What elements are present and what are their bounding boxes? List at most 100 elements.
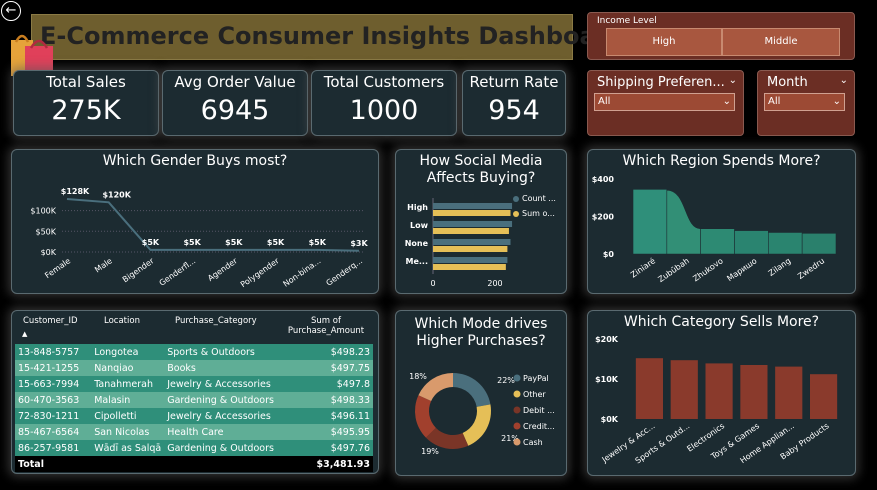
table-cell: Gardening & Outdoors [167,442,274,454]
region-area-chart: $400 $200 $0 Ziniaré Zubūbah Zhukovo Mapишo Zil… [592,175,837,284]
column-customer-id[interactable]: Customer_ID [23,316,78,326]
table-row[interactable]: 15-421-1255 Nanqiao Books $497.75 [15,360,373,376]
y-tick-label: High [407,203,428,212]
income-level-title: Income Level [597,16,657,26]
table-cell: Health Care [167,426,224,438]
y-tick-label: $50K [35,227,56,236]
income-option-middle[interactable]: Middle [722,28,840,56]
social-legend-sum: Sum o... [513,209,555,218]
table-row[interactable]: 85-467-6564 San Nicolas Health Care $495.95 [15,424,373,440]
table-row[interactable]: 72-830-1211 Cipolletti Jewelry & Accessori… [15,408,373,424]
data-label: $5K [142,238,160,247]
percent-label: 19% [421,447,439,456]
x-tick-label: Genderfl... [158,256,198,288]
kpi-label: Total Sales [46,73,126,91]
region-area-segment [768,232,803,255]
shipping-dropdown-value: All [598,96,611,107]
bar-sum [433,228,509,234]
legend-label: Other [523,390,546,399]
x-tick-label: Agender [206,256,239,283]
x-tick-label: Female [43,256,72,280]
sort-ascending-icon[interactable]: ▲ [22,330,27,338]
y-tick-label: Me... [405,257,428,266]
total-value: $3,481.93 [316,458,371,470]
table-cell: Wādī as Salqā [94,442,162,454]
data-label: $128K [61,187,90,196]
percent-label: 22% [497,376,515,385]
kpi-value: 954 [488,95,540,126]
customer-table: 13-848-5757 Longotea Sports & Outdoors $498… [15,344,373,472]
region-area-segment [700,228,735,255]
table-row[interactable]: 86-257-9581 Wādī as Salqā Gardening & Outd… [15,440,373,456]
month-slicer-title: Month [767,75,808,90]
category-bar [775,366,803,419]
x-tick-label: Non-bina... [281,256,322,288]
bar-count [433,203,513,209]
table-cell: Jewelry & Accessories [167,378,271,390]
table-cell: $497.8 [336,378,370,390]
x-tick-label: Polygender [239,256,281,289]
legend-dot [513,438,521,446]
y-tick-label: $0K [601,415,619,424]
kpi-label: Total Customers [323,73,445,91]
table-row[interactable]: 60-470-3563 Malasin Gardening & Outdoors $4… [15,392,373,408]
gender-line-chart: $100K $50K $0K $128K Female $120K Male $5K Bigen… [30,187,368,289]
data-label: $5K [225,238,243,247]
legend-dot [513,406,521,414]
x-tick-label: 200 [487,279,502,288]
x-tick-label: Genderq... [325,256,365,287]
bar-sum [433,264,506,270]
y-tick-label: Low [410,221,429,230]
table-cell: $498.33 [330,394,370,406]
shipping-dropdown[interactable]: All ⌄ [594,93,735,111]
shipping-preference-slicer: Shipping Preferen... ⌄ All ⌄ [587,70,744,136]
legend-dot [513,374,521,382]
category-bar [809,374,838,419]
total-label: Total [18,458,44,470]
table-cell: $495.95 [330,426,370,438]
table-cell: 15-421-1255 [18,362,80,374]
column-location[interactable]: Location [104,316,140,326]
table-cell: 15-663-7994 [18,378,80,390]
legend-dot [513,422,521,430]
table-row[interactable]: 15-663-7994 Tanahmerah Jewelry & Accessori… [15,376,373,392]
category-bar [705,363,733,419]
category-bar [670,360,698,419]
social-media-chart-card: How Social Media Affects Buying? High Low… [395,149,567,294]
x-tick-label: Ziniaré [628,255,657,279]
chevron-down-icon: ⌄ [832,96,841,107]
table-cell: San Nicolas [94,426,150,438]
table-row[interactable]: 13-848-5757 Longotea Sports & Outdoors $498… [15,344,373,360]
column-sum-purchase-amount[interactable]: Sum of Purchase_Amount [284,316,368,336]
x-tick-label: Zubūbah [656,256,690,284]
chevron-down-icon: ⌄ [722,96,731,107]
data-label: $5K [183,238,201,247]
table-cell: 72-830-1211 [18,410,80,422]
kpi-label: Return Rate [469,73,559,91]
kpi-total-sales: Total Sales 275K [13,70,159,136]
back-arrow-icon[interactable]: ← [1,1,21,21]
income-option-high[interactable]: High [606,28,722,56]
x-tick-label: Zilang [767,256,793,278]
table-cell: Sports & Outdoors [167,346,255,358]
category-bar [635,358,664,419]
kpi-avg-order-value: Avg Order Value 6945 [162,70,308,136]
table-cell: Malasin [94,394,131,406]
legend-label: Credit... [523,422,555,431]
shipping-slicer-chevron-icon[interactable]: ⌄ [729,75,737,86]
region-area-segment [632,189,668,255]
y-tick-label: None [405,239,429,248]
table-cell: 60-470-3563 [18,394,80,406]
y-tick-label: $200 [592,213,615,222]
x-tick-label: Bigender [121,256,156,284]
x-tick-label: Male [93,256,114,274]
column-purchase-category[interactable]: Purchase_Category [175,316,257,326]
gender-chart-card: Which Gender Buys most? $100K $50K $0K $128… [11,149,379,294]
table-cell: Jewelry & Accessories [167,410,271,422]
legend-label: PayPal [523,374,549,383]
customer-table-card: Customer_ID ▲ Location Purchase_Category… [11,310,379,474]
month-dropdown[interactable]: All ⌄ [764,93,845,111]
table-cell: $498.23 [330,346,370,358]
month-slicer-chevron-icon[interactable]: ⌄ [840,75,848,86]
table-cell: 85-467-6564 [18,426,80,438]
